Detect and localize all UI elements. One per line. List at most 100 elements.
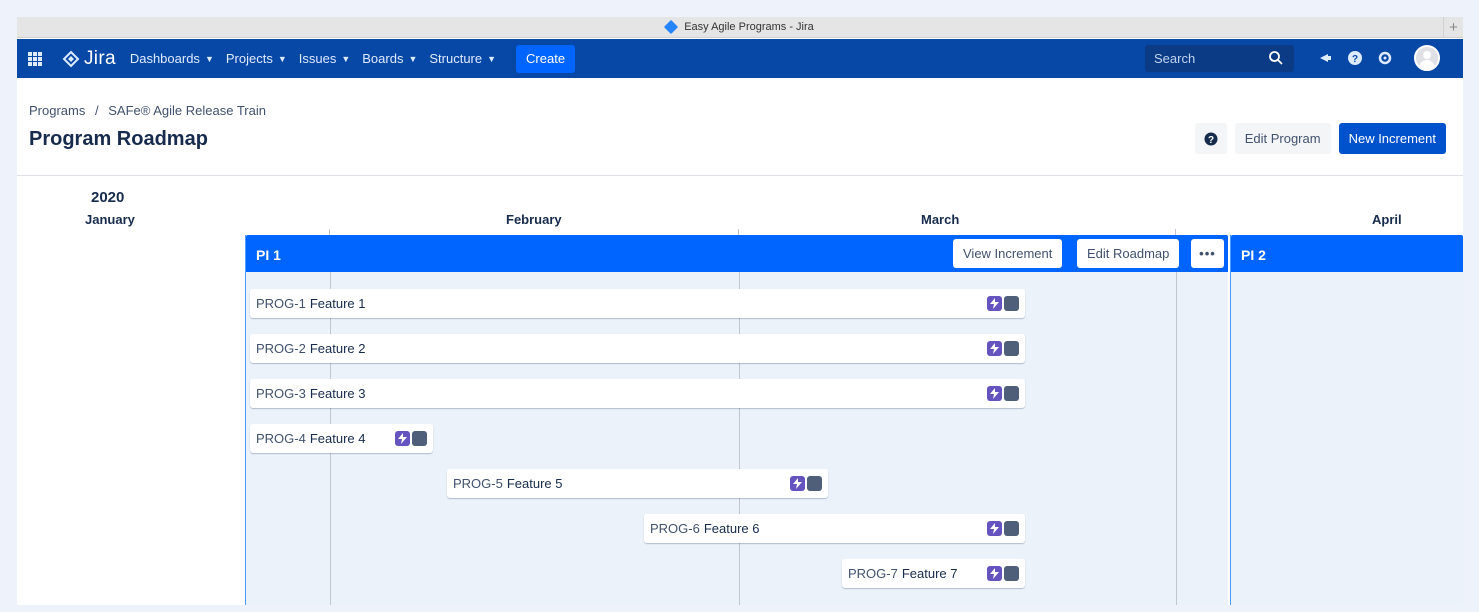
breadcrumb-release-train[interactable]: SAFe® Agile Release Train [108, 103, 266, 118]
view-increment-button[interactable]: View Increment [953, 239, 1063, 268]
feature-epic-icon [395, 431, 410, 446]
avatar-head [1423, 51, 1431, 59]
feature-bar[interactable]: PROG-5 Feature 5 [447, 469, 828, 498]
feature-name: Feature 2 [309, 341, 366, 356]
breadcrumb-programs[interactable]: Programs [29, 103, 85, 118]
feature-icons [395, 431, 427, 446]
feature-epic-icon [987, 296, 1002, 311]
feature-epic-icon [987, 341, 1002, 356]
feature-icons [987, 296, 1019, 311]
feature-icons [790, 476, 822, 491]
header-divider [17, 175, 1463, 176]
search-input[interactable]: Search [1145, 45, 1294, 72]
feature-key: PROG-3 [256, 386, 306, 401]
svg-text:?: ? [1208, 135, 1214, 146]
chevron-down-icon: ▼ [408, 53, 418, 64]
chevron-down-icon: ▼ [277, 53, 287, 64]
top-navigation: Jira Dashboards ▼ Projects ▼ Issues ▼ Bo… [17, 39, 1463, 78]
nav-boards[interactable]: Boards ▼ [362, 51, 417, 66]
nav-boards-label: Boards [362, 51, 404, 66]
breadcrumb-separator: / [94, 103, 99, 118]
nav-dashboards-label: Dashboards [129, 51, 200, 66]
nav-projects-label: Projects [225, 51, 273, 66]
create-button[interactable]: Create [516, 44, 576, 73]
notifications-icon[interactable] [1315, 48, 1335, 68]
month-gridline [739, 272, 740, 605]
feature-key: PROG-6 [650, 521, 700, 536]
nav-structure[interactable]: Structure ▼ [429, 51, 496, 66]
nav-issues-label: Issues [298, 51, 337, 66]
month-january: January [85, 212, 135, 227]
nav-structure-label: Structure [429, 51, 483, 66]
jira-logo[interactable]: Jira [62, 48, 116, 70]
help-button[interactable]: ? [1194, 123, 1227, 154]
feature-bar[interactable]: PROG-7 Feature 7 [842, 559, 1025, 588]
header-actions: ? Edit Program New Increment [1187, 123, 1446, 154]
increment-pi-2: PI 2 [1230, 235, 1463, 605]
chevron-down-icon: ▼ [204, 53, 214, 64]
feature-bar[interactable]: PROG-6 Feature 6 [644, 514, 1025, 543]
help-icon: ? [1204, 132, 1218, 146]
feature-name: Feature 1 [309, 296, 366, 311]
nav-projects[interactable]: Projects ▼ [226, 51, 287, 66]
feature-name: Feature 5 [506, 476, 563, 491]
team-icon [1004, 566, 1019, 581]
feature-name: Feature 3 [309, 386, 366, 401]
feature-icons [987, 521, 1019, 536]
nav-issues[interactable]: Issues ▼ [299, 51, 351, 66]
settings-icon[interactable] [1375, 48, 1395, 68]
month-april: April [1372, 212, 1402, 227]
feature-epic-icon [987, 521, 1002, 536]
increment-pi-1: PI 1 View Increment Edit Roadmap ••• PRO… [245, 235, 1228, 605]
window-titlebar: Easy Agile Programs - Jira + [17, 17, 1463, 38]
team-icon [1004, 341, 1019, 356]
team-icon [1004, 521, 1019, 536]
app-switcher-icon[interactable] [28, 51, 42, 66]
feature-name: Feature 7 [901, 566, 958, 581]
search-icon [1269, 51, 1283, 65]
browser-window: Easy Agile Programs - Jira + Jira Dashbo… [17, 17, 1463, 605]
feature-bar[interactable]: PROG-1 Feature 1 [250, 289, 1025, 318]
feature-icons [987, 386, 1019, 401]
feature-key: PROG-2 [256, 341, 306, 356]
chevron-down-icon: ▼ [487, 53, 497, 64]
feature-epic-icon [987, 386, 1002, 401]
jira-logo-text: Jira [84, 47, 116, 69]
nav-menu: Dashboards ▼ Projects ▼ Issues ▼ Boards … [130, 51, 508, 66]
feature-epic-icon [790, 476, 805, 491]
month-march: March [921, 212, 960, 227]
feature-bar[interactable]: PROG-3 Feature 3 [250, 379, 1025, 408]
feature-key: PROG-7 [848, 566, 898, 581]
feature-bar[interactable]: PROG-2 Feature 2 [250, 334, 1025, 363]
svg-text:?: ? [1352, 54, 1358, 65]
avatar-body [1419, 60, 1435, 69]
increment-label: PI 2 [1241, 247, 1266, 263]
jira-logo-icon [62, 50, 80, 67]
feature-icons [987, 566, 1019, 581]
page-title: Program Roadmap [29, 128, 208, 150]
edit-roadmap-button[interactable]: Edit Roadmap [1077, 239, 1180, 268]
new-tab-icon[interactable]: + [1443, 17, 1463, 38]
team-icon [1004, 386, 1019, 401]
feature-icons [987, 341, 1019, 356]
help-icon[interactable]: ? [1345, 48, 1365, 68]
breadcrumb: Programs / SAFe® Agile Release Train [29, 103, 266, 118]
more-options-button[interactable]: ••• [1191, 239, 1224, 268]
search-placeholder: Search [1154, 51, 1196, 66]
increment-label: PI 1 [256, 247, 281, 263]
feature-epic-icon [987, 566, 1002, 581]
feature-name: Feature 6 [703, 521, 760, 536]
team-icon [412, 431, 427, 446]
increment-header: PI 2 [1231, 235, 1463, 272]
feature-name: Feature 4 [309, 431, 366, 446]
edit-program-button[interactable]: Edit Program [1234, 123, 1331, 154]
feature-bar[interactable]: PROG-4 Feature 4 [250, 424, 433, 453]
window-title: Easy Agile Programs - Jira [684, 21, 814, 33]
avatar[interactable] [1414, 45, 1440, 71]
team-icon [807, 476, 822, 491]
nav-dashboards[interactable]: Dashboards ▼ [130, 51, 214, 66]
new-increment-button[interactable]: New Increment [1338, 123, 1446, 154]
chevron-down-icon: ▼ [341, 53, 351, 64]
timeline-year: 2020 [91, 189, 125, 206]
feature-key: PROG-1 [256, 296, 306, 311]
